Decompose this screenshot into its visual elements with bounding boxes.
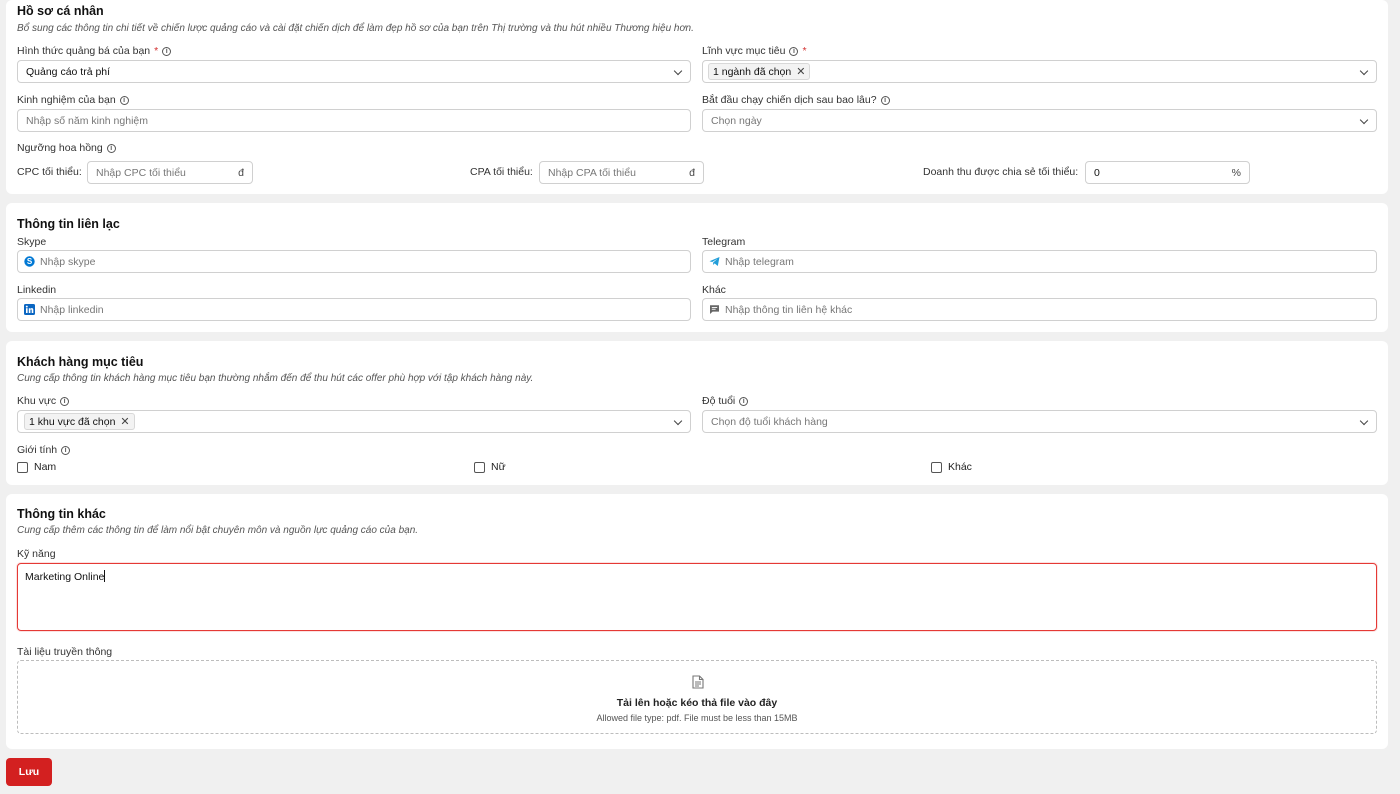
skype-icon: S: [24, 256, 35, 267]
skills-textarea[interactable]: Marketing Online: [17, 563, 1377, 631]
other-contact-label: Khác: [702, 284, 726, 296]
required-mark: *: [154, 45, 159, 57]
save-button[interactable]: Lưu: [6, 758, 52, 786]
info-icon: i: [106, 143, 116, 153]
currency-suffix: đ: [689, 167, 695, 179]
linkedin-input[interactable]: Nhập linkedin: [17, 298, 691, 321]
age-label: Độ tuổi i: [702, 395, 749, 407]
info-icon: i: [60, 396, 70, 406]
experience-label: Kinh nghiệm của bạn i: [17, 94, 129, 106]
checkbox[interactable]: [17, 461, 28, 473]
cpa-input[interactable]: Nhập CPA tối thiểu đ: [539, 161, 704, 184]
close-icon[interactable]: ✕: [796, 65, 805, 78]
profile-title: Hồ sơ cá nhân: [17, 4, 104, 18]
gender-option-male[interactable]: Nam: [17, 461, 56, 473]
revenue-input[interactable]: 0 %: [1085, 161, 1250, 184]
upload-title: Tải lên hoặc kéo thả file vào đây: [616, 697, 778, 709]
chat-icon: [709, 304, 720, 315]
revenue-label: Doanh thu được chia sẻ tối thiểu:: [923, 166, 1079, 178]
selected-tag: 1 khu vực đã chọn ✕: [24, 413, 135, 430]
telegram-icon: [709, 256, 720, 267]
cpc-input[interactable]: Nhập CPC tối thiểu đ: [87, 161, 253, 184]
target-field-select[interactable]: 1 ngành đã chọn ✕: [702, 60, 1377, 83]
info-icon: i: [880, 95, 890, 105]
region-select[interactable]: 1 khu vực đã chọn ✕: [17, 410, 691, 433]
chevron-down-icon: [1359, 66, 1369, 76]
checkbox[interactable]: [931, 461, 942, 473]
start-date-select[interactable]: Chọn ngày: [702, 109, 1377, 132]
currency-suffix: đ: [238, 167, 244, 179]
profile-subtitle: Bổ sung các thông tin chi tiết về chiến …: [17, 23, 694, 34]
selected-tag: 1 ngành đã chọn ✕: [708, 63, 811, 80]
info-icon: i: [162, 46, 172, 56]
audience-title: Khách hàng mục tiêu: [17, 355, 144, 369]
region-label: Khu vực i: [17, 395, 70, 407]
contact-title: Thông tin liên lạc: [17, 217, 120, 231]
age-select[interactable]: Chọn độ tuổi khách hàng: [702, 410, 1377, 433]
contact-card: Thông tin liên lạc Skype S Nhập skype Te…: [6, 203, 1388, 332]
other-info-card: Thông tin khác Cung cấp thêm các thông t…: [6, 494, 1388, 749]
info-icon: i: [789, 46, 799, 56]
linkedin-label: Linkedin: [17, 284, 57, 296]
required-mark: *: [802, 45, 807, 57]
telegram-label: Telegram: [702, 236, 746, 248]
other-info-title: Thông tin khác: [17, 507, 106, 521]
ad-form-select[interactable]: Quảng cáo trả phí: [17, 60, 691, 83]
cpc-label: CPC tối thiểu:: [17, 166, 82, 178]
profile-card: Hồ sơ cá nhân Bổ sung các thông tin chi …: [6, 0, 1388, 194]
percent-suffix: %: [1231, 167, 1241, 179]
experience-input[interactable]: Nhập số năm kinh nghiệm: [17, 109, 691, 132]
file-dropzone[interactable]: Tải lên hoặc kéo thả file vào đây Allowe…: [17, 660, 1377, 734]
chevron-down-icon: [1359, 416, 1369, 426]
info-icon: i: [119, 95, 129, 105]
chevron-down-icon: [673, 66, 683, 76]
skype-input[interactable]: S Nhập skype: [17, 250, 691, 273]
audience-card: Khách hàng mục tiêu Cung cấp thông tin k…: [6, 341, 1388, 485]
svg-text:S: S: [27, 257, 33, 266]
file-icon: [692, 675, 704, 692]
target-field-label: Lĩnh vực mục tiêu i *: [702, 45, 807, 57]
checkbox[interactable]: [474, 461, 485, 473]
telegram-input[interactable]: Nhập telegram: [702, 250, 1377, 273]
info-icon: i: [739, 396, 749, 406]
cpa-label: CPA tối thiểu:: [470, 166, 533, 178]
gender-option-other[interactable]: Khác: [931, 461, 972, 473]
ad-form-label: Hình thức quảng bá của bạn * i: [17, 45, 172, 57]
upload-note: Allowed file type: pdf. File must be les…: [596, 713, 798, 723]
audience-subtitle: Cung cấp thông tin khách hàng mục tiêu b…: [17, 373, 534, 384]
skills-label: Kỹ năng: [17, 548, 56, 560]
other-info-subtitle: Cung cấp thêm các thông tin để làm nổi b…: [17, 525, 419, 536]
gender-option-female[interactable]: Nữ: [474, 461, 506, 473]
commission-label: Ngưỡng hoa hồng i: [17, 142, 116, 154]
other-contact-input[interactable]: Nhập thông tin liên hệ khác: [702, 298, 1377, 321]
gender-label: Giới tính i: [17, 444, 71, 456]
media-label: Tài liệu truyền thông: [17, 646, 113, 658]
chevron-down-icon: [673, 416, 683, 426]
chevron-down-icon: [1359, 115, 1369, 125]
text-caret: [104, 570, 106, 582]
close-icon[interactable]: ✕: [120, 415, 129, 428]
linkedin-icon: [24, 304, 35, 315]
info-icon: i: [61, 445, 71, 455]
start-label: Bắt đầu chạy chiến dịch sau bao lâu? i: [702, 94, 890, 106]
skype-label: Skype: [17, 236, 47, 248]
